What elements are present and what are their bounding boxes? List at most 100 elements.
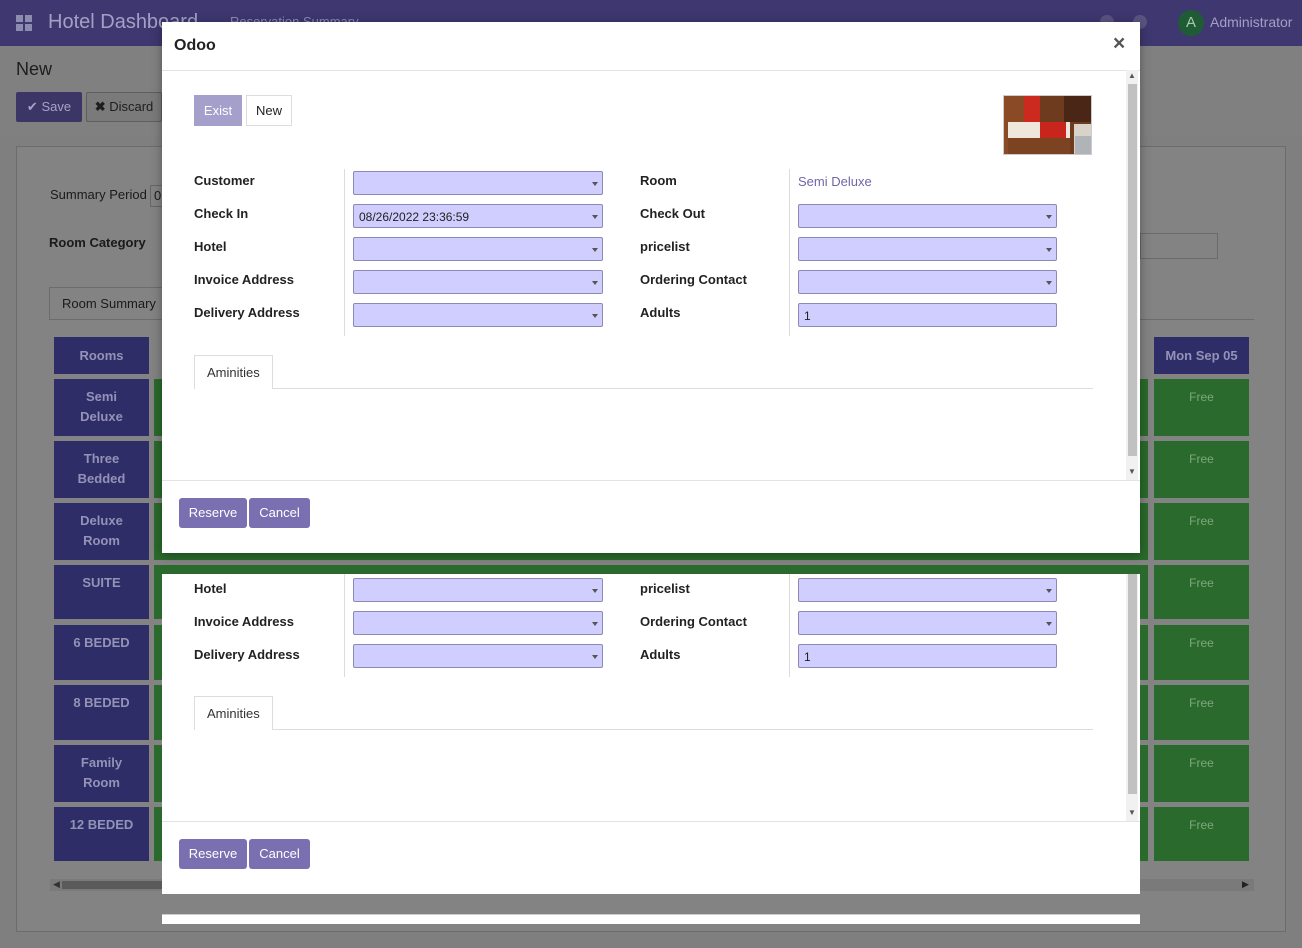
- room-category-select[interactable]: [1140, 233, 1218, 259]
- room-row-header: 8 BEDED: [54, 685, 149, 740]
- user-avatar[interactable]: A: [1178, 10, 1204, 36]
- field-label-room: Room: [640, 173, 677, 188]
- availability-cell-free[interactable]: Free: [1154, 503, 1249, 560]
- close-icon[interactable]: ×: [1113, 32, 1125, 56]
- field-label-adults: Adults: [640, 305, 681, 320]
- availability-cell-free[interactable]: Free: [1154, 807, 1249, 861]
- caret-down-icon: [592, 314, 598, 318]
- date-column-header: Mon Sep 05: [1154, 337, 1249, 374]
- divider: [344, 169, 345, 336]
- field-label-invoice-address: Invoice Address: [194, 272, 294, 287]
- adults-value: 1: [804, 650, 811, 664]
- field-label-customer: Customer: [194, 173, 255, 188]
- check-in-datetime[interactable]: 08/26/2022 23:36:59: [353, 204, 603, 228]
- tab-aminities[interactable]: Aminities: [194, 355, 273, 389]
- field-label-adults: Adults: [640, 647, 681, 662]
- caret-down-icon: [1046, 281, 1052, 285]
- field-label-hotel: Hotel: [194, 581, 227, 596]
- new-toggle-button[interactable]: New: [246, 95, 292, 126]
- summary-period-value: 0: [154, 188, 162, 203]
- customer-select[interactable]: [353, 171, 603, 195]
- save-button[interactable]: ✔ Save: [16, 92, 82, 122]
- discard-label: Discard: [109, 99, 154, 114]
- room-category-label: Room Category: [49, 235, 146, 250]
- availability-cell-free[interactable]: Free: [1154, 379, 1249, 436]
- availability-cell-free[interactable]: Free: [1154, 565, 1249, 619]
- dialog-footer-divider: [162, 821, 1140, 822]
- field-label-delivery-address: Delivery Address: [194, 305, 300, 320]
- field-label-invoice-address: Invoice Address: [194, 614, 294, 629]
- scroll-up-icon[interactable]: ▲: [1126, 70, 1138, 82]
- scroll-down-icon[interactable]: ▼: [1126, 466, 1138, 478]
- field-label-ordering-contact: Ordering Contact: [640, 614, 747, 629]
- pricelist-select[interactable]: [798, 578, 1057, 602]
- hotel-select[interactable]: [353, 578, 603, 602]
- caret-down-icon: [592, 248, 598, 252]
- caret-down-icon: [592, 215, 598, 219]
- cancel-button[interactable]: Cancel: [249, 498, 310, 528]
- availability-cell-free[interactable]: Free: [1154, 441, 1249, 498]
- ordering-contact-select[interactable]: [798, 611, 1057, 635]
- scroll-right-arrow-icon[interactable]: ▶: [1242, 879, 1249, 890]
- tab-room-summary[interactable]: Room Summary: [49, 287, 169, 319]
- field-label-pricelist: pricelist: [640, 581, 690, 596]
- rooms-column-header: Rooms: [54, 337, 149, 374]
- availability-cell-free[interactable]: Free: [1154, 625, 1249, 680]
- room-row-header: Deluxe Room: [54, 503, 149, 560]
- divider: [789, 169, 790, 336]
- close-icon: ✖: [94, 99, 106, 114]
- caret-down-icon: [592, 589, 598, 593]
- adults-input[interactable]: 1: [798, 644, 1057, 668]
- pricelist-select[interactable]: [798, 237, 1057, 261]
- check-icon: ✔: [26, 99, 38, 114]
- room-row-header: 12 BEDED: [54, 807, 149, 861]
- exist-toggle-button[interactable]: Exist: [194, 95, 242, 126]
- check-out-datetime[interactable]: [798, 204, 1057, 228]
- stacked-dialog-edge: [162, 914, 1140, 924]
- scroll-down-icon[interactable]: ▼: [1126, 807, 1138, 819]
- check-in-value: 08/26/2022 23:36:59: [359, 210, 470, 224]
- save-label: Save: [41, 99, 72, 114]
- field-label-hotel: Hotel: [194, 239, 227, 254]
- divider: [344, 574, 345, 677]
- field-label-pricelist: pricelist: [640, 239, 690, 254]
- ordering-contact-select[interactable]: [798, 270, 1057, 294]
- availability-cell-free[interactable]: Free: [1154, 685, 1249, 740]
- invoice-address-select[interactable]: [353, 611, 603, 635]
- hotel-select[interactable]: [353, 237, 603, 261]
- field-label-check-out: Check Out: [640, 206, 706, 221]
- caret-down-icon: [592, 281, 598, 285]
- dialog-title: Odoo: [174, 37, 216, 54]
- delivery-address-select[interactable]: [353, 303, 603, 327]
- invoice-address-select[interactable]: [353, 270, 603, 294]
- caret-down-icon: [592, 182, 598, 186]
- user-name[interactable]: Administrator: [1210, 14, 1292, 30]
- vertical-scrollbar[interactable]: ▲ ▼: [1126, 70, 1138, 480]
- summary-period-label: Summary Period: [50, 187, 147, 202]
- reservation-dialog: Odoo × Exist New Customer Check In Hotel…: [162, 22, 1140, 553]
- room-link[interactable]: Semi Deluxe: [798, 174, 872, 189]
- tab-aminities[interactable]: Aminities: [194, 696, 273, 730]
- availability-cell-free[interactable]: Free: [1154, 745, 1249, 802]
- cancel-button[interactable]: Cancel: [249, 839, 310, 869]
- caret-down-icon: [1046, 622, 1052, 626]
- scroll-left-arrow-icon[interactable]: ◀: [53, 879, 60, 890]
- scroll-thumb[interactable]: [1128, 84, 1137, 456]
- discard-button[interactable]: ✖ Discard: [86, 92, 162, 122]
- reserve-button[interactable]: Reserve: [179, 839, 247, 869]
- caret-down-icon: [592, 655, 598, 659]
- reserve-button[interactable]: Reserve: [179, 498, 247, 528]
- dialog-footer-divider: [162, 480, 1140, 481]
- scroll-thumb[interactable]: [1128, 574, 1137, 794]
- adults-input[interactable]: 1: [798, 303, 1057, 327]
- apps-menu-icon[interactable]: [16, 15, 32, 31]
- room-row-header: SUITE: [54, 565, 149, 619]
- room-row-header: 6 BEDED: [54, 625, 149, 680]
- tab-divider: [273, 729, 1093, 730]
- delivery-address-select[interactable]: [353, 644, 603, 668]
- stacked-dialog: Hotel Invoice Address Delivery Address p…: [162, 574, 1140, 894]
- field-label-ordering-contact: Ordering Contact: [640, 272, 747, 287]
- field-label-check-in: Check In: [194, 206, 249, 221]
- dialog-header: Odoo ×: [162, 22, 1140, 71]
- vertical-scrollbar[interactable]: ▼: [1126, 574, 1138, 821]
